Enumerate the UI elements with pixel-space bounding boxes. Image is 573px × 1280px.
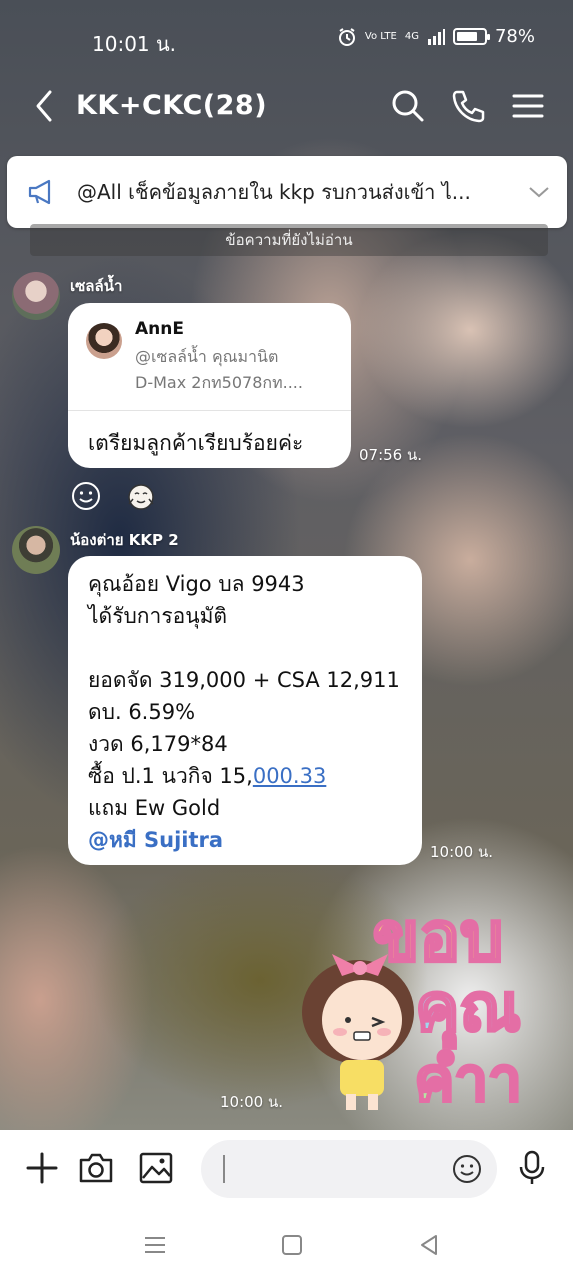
reply-sender-name: AnnE <box>135 319 184 339</box>
sender-name: เซลล์น้ำ <box>70 277 123 295</box>
sticker-reaction-icon[interactable] <box>124 480 158 512</box>
message-line: คุณอ้อย Vigo บล 9943 <box>88 572 305 596</box>
megaphone-icon-wrap <box>7 179 77 205</box>
gallery-icon[interactable] <box>136 1148 176 1188</box>
battery-icon <box>452 28 490 45</box>
status-bar: 10:01 น. Vo LTE 4G 78% <box>0 0 573 64</box>
message-line: ซื้อ ป.1 นวกิจ 15,000.33 <box>88 760 402 792</box>
chat-header: KK+CKC(28) <box>0 64 573 150</box>
search-icon[interactable] <box>388 86 428 126</box>
alarm-icon <box>338 27 355 46</box>
announcement-text: @All เช็คข้อมูลภายใน kkp รบกวนส่งเข้า ไ.… <box>77 180 471 204</box>
expand-chevron[interactable] <box>511 185 567 199</box>
message-line: ดบ. 6.59% <box>88 700 196 724</box>
message-text: คุณอ้อย Vigo บล 9943 ได้รับการอนุมัติ ยอ… <box>68 556 422 868</box>
message-line: ได้รับการอนุมัติ <box>88 604 228 628</box>
message-bubble[interactable]: AnnE @เซลล์น้ำ คุณมานิต D-Max 2กท5078กท.… <box>68 303 351 468</box>
reply-text-line: @เซลล์น้ำ คุณมานิต <box>135 347 279 366</box>
system-nav-bar <box>0 1206 573 1280</box>
recent-apps-icon[interactable] <box>140 1230 170 1260</box>
message-line <box>88 632 402 664</box>
chat-title[interactable]: KK+CKC(28) <box>76 90 267 121</box>
reply-text-line: D-Max 2กท5078กท.... <box>135 373 303 392</box>
unread-divider: ข้อความที่ยังไม่อ่าน <box>30 224 548 256</box>
plus-icon[interactable] <box>22 1148 62 1188</box>
phone-call-icon[interactable] <box>448 86 488 126</box>
message-time: 07:56 น. <box>359 446 423 464</box>
volte-icon: Vo LTE <box>364 30 397 42</box>
smiley-reaction-icon[interactable] <box>70 480 102 512</box>
avatar[interactable] <box>12 272 60 320</box>
message-input-bar <box>0 1130 573 1206</box>
sticker-word-1: ขอบ <box>373 898 504 977</box>
sender-name: น้องต่าย KKP 2 <box>70 531 179 549</box>
reply-avatar <box>86 323 122 359</box>
back-nav-icon[interactable] <box>414 1230 444 1260</box>
status-icons: Vo LTE 4G 78% <box>337 26 535 47</box>
sticker-image: ขอบ คุณ ค่ำา <box>302 897 523 1117</box>
message-input[interactable] <box>201 1140 497 1198</box>
sticker-girl <box>302 954 414 1110</box>
megaphone-icon <box>28 179 51 205</box>
buy-text: ซื้อ ป.1 นวกิจ 15, <box>88 764 253 788</box>
network-type: 4G <box>404 30 419 42</box>
message-time: 10:00 น. <box>430 843 494 861</box>
thank-you-sticker[interactable]: ขอบ คุณ ค่ำา <box>290 880 560 1120</box>
emoji-icon[interactable] <box>451 1153 483 1185</box>
message-line: แถม Ew Gold <box>88 796 221 820</box>
microphone-icon[interactable] <box>512 1148 552 1188</box>
chevron-down-icon <box>529 187 549 198</box>
reaction-row <box>70 480 158 512</box>
message-bubble[interactable]: คุณอ้อย Vigo บล 9943 ได้รับการอนุมัติ ยอ… <box>68 556 422 865</box>
battery-percent: 78% <box>494 26 535 47</box>
phone-number-link[interactable]: 000.33 <box>253 764 326 788</box>
message-line: ยอดจัด 319,000 + CSA 12,911 <box>88 668 400 692</box>
status-time: 10:01 น. <box>92 32 177 56</box>
sticker-word-3: ค่ำา <box>414 1037 522 1115</box>
home-icon[interactable] <box>277 1230 307 1260</box>
message-text: เตรียมลูกค้าเรียบร้อยค่ะ <box>88 431 304 455</box>
announcement-banner[interactable]: @All เช็คข้อมูลภายใน kkp รบกวนส่งเข้า ไ.… <box>7 156 567 228</box>
message-time: 10:00 น. <box>220 1093 284 1111</box>
message-line: งวด 6,179*84 <box>88 732 228 756</box>
back-arrow-icon[interactable] <box>28 84 64 128</box>
sticker-word-2: คุณ <box>415 969 520 1049</box>
mention-link[interactable]: @หมี Sujitra <box>88 824 402 856</box>
signal-icon <box>427 28 445 45</box>
message-text-field[interactable] <box>231 1150 441 1188</box>
avatar[interactable] <box>12 526 60 574</box>
reply-quote[interactable]: AnnE @เซลล์น้ำ คุณมานิต D-Max 2กท5078กท.… <box>68 303 351 411</box>
camera-icon[interactable] <box>76 1148 116 1188</box>
menu-icon[interactable] <box>508 86 548 126</box>
text-caret <box>223 1155 225 1183</box>
